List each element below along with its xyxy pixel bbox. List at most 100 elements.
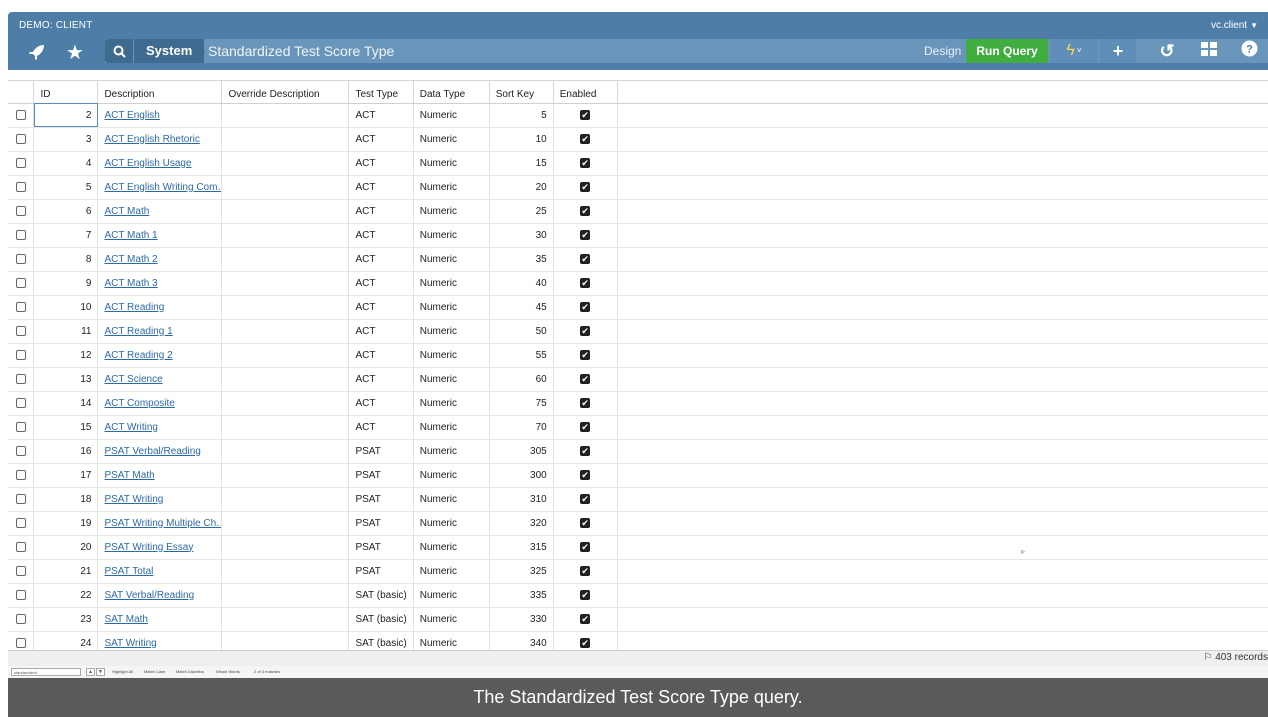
data-type-cell[interactable]: Numeric xyxy=(413,511,490,536)
enabled-checkbox[interactable]: ✔ xyxy=(580,541,591,552)
description-link[interactable]: PSAT Verbal/Reading xyxy=(104,446,200,457)
override-description-cell[interactable] xyxy=(221,463,350,488)
table-row[interactable]: 9 ACT Math 3 ACT Numeric 40 ✔ xyxy=(8,271,1268,296)
enabled-checkbox[interactable]: ✔ xyxy=(580,301,591,312)
description-link[interactable]: ACT English Writing Com… xyxy=(104,182,221,193)
table-row[interactable]: 4 ACT English Usage ACT Numeric 15 ✔ xyxy=(8,151,1268,176)
override-description-cell[interactable] xyxy=(221,223,350,248)
id-cell[interactable]: 5 xyxy=(33,175,99,200)
row-checkbox[interactable] xyxy=(15,229,26,240)
data-type-cell[interactable]: Numeric xyxy=(413,319,490,344)
data-type-cell[interactable]: Numeric xyxy=(413,439,490,464)
enabled-checkbox[interactable]: ✔ xyxy=(580,397,591,408)
find-previous-button[interactable]: ▲ xyxy=(86,668,95,676)
data-type-cell[interactable]: Numeric xyxy=(413,487,490,512)
sort-key-cell[interactable]: 40 xyxy=(489,271,554,296)
table-row[interactable]: 12 ACT Reading 2 ACT Numeric 55 ✔ xyxy=(8,343,1268,368)
enabled-checkbox[interactable]: ✔ xyxy=(580,157,591,168)
data-type-cell[interactable]: Numeric xyxy=(413,175,490,200)
column-header-override-description[interactable]: Override Description xyxy=(221,81,350,104)
table-row[interactable]: 20 PSAT Writing Essay PSAT Numeric 315 ✔ xyxy=(8,535,1268,560)
data-type-cell[interactable]: Numeric xyxy=(413,223,490,248)
sort-key-cell[interactable]: 15 xyxy=(489,151,554,176)
override-description-cell[interactable] xyxy=(221,199,350,224)
override-description-cell[interactable] xyxy=(221,151,350,176)
sort-key-cell[interactable]: 60 xyxy=(489,367,554,392)
row-checkbox[interactable] xyxy=(15,613,26,624)
test-type-cell[interactable]: SAT (basic) xyxy=(348,631,414,650)
highlight-all-option[interactable]: Highlight All xyxy=(112,669,133,674)
enabled-checkbox[interactable]: ✔ xyxy=(580,445,591,456)
description-link[interactable]: ACT Math 3 xyxy=(104,278,157,289)
whole-words-option[interactable]: Whole Words xyxy=(216,669,240,674)
sort-key-cell[interactable]: 300 xyxy=(489,463,554,488)
data-type-cell[interactable]: Numeric xyxy=(413,607,490,632)
sort-key-cell[interactable]: 50 xyxy=(489,319,554,344)
sort-key-cell[interactable]: 335 xyxy=(489,583,554,608)
enabled-checkbox[interactable]: ✔ xyxy=(580,325,591,336)
id-cell[interactable]: 8 xyxy=(33,247,99,272)
description-link[interactable]: PSAT Writing Essay xyxy=(104,542,193,553)
id-cell[interactable]: 20 xyxy=(33,535,99,560)
description-link[interactable]: ACT English xyxy=(104,110,159,121)
user-menu[interactable]: vc.client ▼ xyxy=(1211,20,1258,31)
sort-key-cell[interactable]: 340 xyxy=(489,631,554,650)
id-cell[interactable]: 21 xyxy=(33,559,99,584)
override-description-cell[interactable] xyxy=(221,319,350,344)
run-query-button[interactable]: Run Query xyxy=(966,39,1048,63)
test-type-cell[interactable]: ACT xyxy=(348,319,414,344)
override-description-cell[interactable] xyxy=(221,511,350,536)
row-checkbox[interactable] xyxy=(15,421,26,432)
enabled-checkbox[interactable]: ✔ xyxy=(580,181,591,192)
column-header-id[interactable]: ID xyxy=(33,81,99,104)
override-description-cell[interactable] xyxy=(221,367,350,392)
row-checkbox[interactable] xyxy=(15,469,26,480)
row-checkbox[interactable] xyxy=(15,541,26,552)
override-description-cell[interactable] xyxy=(221,271,350,296)
description-link[interactable]: PSAT Total xyxy=(104,566,153,577)
description-link[interactable]: PSAT Math xyxy=(104,470,154,481)
table-row[interactable]: 23 SAT Math SAT (basic) Numeric 330 ✔ xyxy=(8,607,1268,632)
sort-key-cell[interactable]: 70 xyxy=(489,415,554,440)
override-description-cell[interactable] xyxy=(221,487,350,512)
description-link[interactable]: ACT Math 2 xyxy=(104,254,157,265)
data-type-cell[interactable]: Numeric xyxy=(413,463,490,488)
data-type-cell[interactable]: Numeric xyxy=(413,583,490,608)
table-row[interactable]: 6 ACT Math ACT Numeric 25 ✔ xyxy=(8,199,1268,224)
row-checkbox[interactable] xyxy=(15,349,26,360)
row-checkbox[interactable] xyxy=(15,301,26,312)
sort-key-cell[interactable]: 325 xyxy=(489,559,554,584)
override-description-cell[interactable] xyxy=(221,127,350,152)
test-type-cell[interactable]: PSAT xyxy=(348,559,414,584)
row-checkbox[interactable] xyxy=(15,493,26,504)
sort-key-cell[interactable]: 55 xyxy=(489,343,554,368)
description-link[interactable]: ACT Math xyxy=(104,206,149,217)
test-type-cell[interactable]: ACT xyxy=(348,343,414,368)
test-type-cell[interactable]: ACT xyxy=(348,151,414,176)
table-row[interactable]: 2 ACT English ACT Numeric 5 ✔ xyxy=(8,103,1268,128)
table-row[interactable]: 7 ACT Math 1 ACT Numeric 30 ✔ xyxy=(8,223,1268,248)
description-link[interactable]: ACT Reading 1 xyxy=(104,326,172,337)
sort-key-cell[interactable]: 75 xyxy=(489,391,554,416)
test-type-cell[interactable]: SAT (basic) xyxy=(348,583,414,608)
row-checkbox[interactable] xyxy=(15,157,26,168)
data-type-cell[interactable]: Numeric xyxy=(413,295,490,320)
test-type-cell[interactable]: ACT xyxy=(348,391,414,416)
row-checkbox[interactable] xyxy=(15,397,26,408)
test-type-cell[interactable]: ACT xyxy=(348,295,414,320)
id-cell[interactable]: 4 xyxy=(33,151,99,176)
enabled-checkbox[interactable]: ✔ xyxy=(580,109,591,120)
sort-key-cell[interactable]: 25 xyxy=(489,199,554,224)
id-cell[interactable]: 23 xyxy=(33,607,99,632)
id-cell[interactable]: 6 xyxy=(33,199,99,224)
id-cell[interactable]: 17 xyxy=(33,463,99,488)
data-type-cell[interactable]: Numeric xyxy=(413,199,490,224)
id-cell[interactable]: 18 xyxy=(33,487,99,512)
id-cell[interactable]: 22 xyxy=(33,583,99,608)
sort-key-cell[interactable]: 45 xyxy=(489,295,554,320)
override-description-cell[interactable] xyxy=(221,535,350,560)
row-checkbox[interactable] xyxy=(15,589,26,600)
override-description-cell[interactable] xyxy=(221,391,350,416)
data-type-cell[interactable]: Numeric xyxy=(413,367,490,392)
table-row[interactable]: 14 ACT Composite ACT Numeric 75 ✔ xyxy=(8,391,1268,416)
